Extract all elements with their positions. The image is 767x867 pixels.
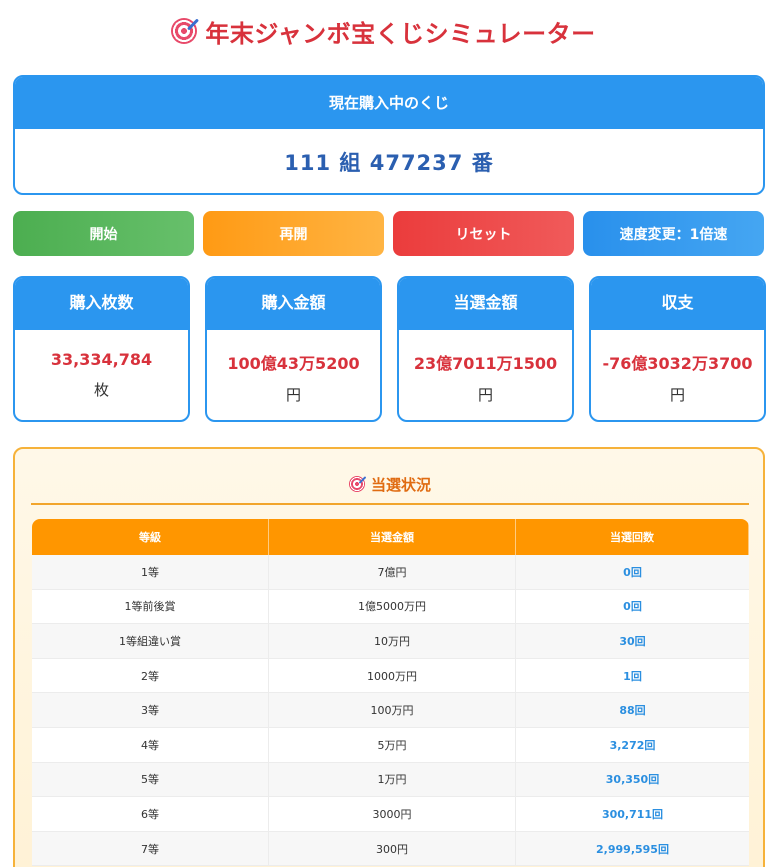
- grade-cell: 1等前後賞: [32, 589, 269, 624]
- resume-button[interactable]: 再開: [203, 211, 384, 256]
- speed-change-button[interactable]: 速度変更：1倍速: [583, 211, 764, 256]
- stat-card-winnings: 当選金額 23億7011万1500 円: [397, 276, 574, 422]
- page-title-text: 年末ジャンボ宝くじシミュレーター: [205, 19, 596, 48]
- stat-value: -76億3032万3700: [602, 354, 753, 373]
- grade-cell: 3等: [32, 693, 269, 727]
- stat-unit: 円: [285, 386, 301, 404]
- grade-cell: 6等: [32, 797, 269, 831]
- amount-cell: 1000万円: [269, 658, 516, 693]
- amount-cell: 1万円: [269, 762, 516, 797]
- start-button[interactable]: 開始: [13, 211, 194, 256]
- table-row: 2等 1000万円 1回: [32, 658, 749, 694]
- grade-cell: 1等: [32, 555, 269, 589]
- count-cell: 3,272回: [609, 738, 656, 752]
- count-cell: 30回: [619, 634, 646, 648]
- count-cell: 1回: [623, 669, 642, 683]
- winning-status-panel: 当選状況 等級 当選金額 当選回数 1等 7億円 0回 1等前後賞 1億5000…: [13, 447, 765, 867]
- stat-label: 当選金額: [399, 278, 572, 330]
- table-row: 1等前後賞 1億5000万円 0回: [32, 589, 749, 625]
- grade-cell: 2等: [32, 658, 269, 693]
- amount-cell: 1億5000万円: [269, 589, 516, 624]
- table-header-row: 等級 当選金額 当選回数: [32, 519, 749, 555]
- amount-cell: 10万円: [269, 624, 516, 658]
- grade-cell: 4等: [32, 727, 269, 762]
- amount-cell: 300円: [269, 831, 516, 866]
- current-ticket-number: 111 組 477237 番: [284, 151, 494, 175]
- stat-value: 33,334,784: [50, 350, 153, 369]
- grade-cell: 7等: [32, 831, 269, 866]
- current-ticket-header: 現在購入中のくじ: [15, 77, 763, 129]
- count-cell: 30,350回: [605, 773, 660, 787]
- amount-cell: 100万円: [269, 693, 516, 727]
- stat-value: 23億7011万1500: [413, 354, 558, 373]
- header-grade: 等級: [32, 519, 269, 555]
- stat-label: 購入枚数: [15, 278, 188, 330]
- table-row: 5等 1万円 30,350回: [32, 762, 749, 798]
- count-cell: 0回: [623, 565, 642, 579]
- count-cell: 0回: [623, 600, 642, 614]
- winning-table: 等級 当選金額 当選回数 1等 7億円 0回 1等前後賞 1億5000万円 0回…: [32, 519, 749, 867]
- stat-unit: 円: [477, 386, 493, 404]
- reset-button[interactable]: リセット: [393, 211, 574, 256]
- stat-label: 収支: [591, 278, 764, 330]
- target-icon: [348, 476, 365, 492]
- winning-status-title-text: 当選状況: [370, 475, 431, 494]
- target-icon: [171, 18, 198, 44]
- header-amount: 当選金額: [269, 519, 516, 555]
- table-row: 6等 3000円 300,711回: [32, 797, 749, 832]
- table-row: 4等 5万円 3,272回: [32, 727, 749, 763]
- stat-card-tickets: 購入枚数 33,334,784 枚: [13, 276, 190, 422]
- table-row: 1等組違い賞 10万円 30回: [32, 624, 749, 659]
- amount-cell: 5万円: [269, 727, 516, 762]
- table-row: 3等 100万円 88回: [32, 693, 749, 728]
- stat-card-cost: 購入金額 100億43万5200 円: [205, 276, 382, 422]
- stat-value: 100億43万5200: [227, 354, 360, 373]
- table-row: 1等 7億円 0回: [32, 555, 749, 590]
- stat-unit: 円: [669, 386, 685, 404]
- stat-card-balance: 収支 -76億3032万3700 円: [589, 276, 766, 422]
- amount-cell: 7億円: [269, 555, 516, 589]
- grade-cell: 5等: [32, 762, 269, 797]
- stat-label: 購入金額: [207, 278, 380, 330]
- header-count: 当選回数: [516, 519, 749, 555]
- amount-cell: 3000円: [269, 797, 516, 831]
- count-cell: 88回: [619, 704, 646, 718]
- page-title: 年末ジャンボ宝くじシミュレーター: [0, 14, 767, 48]
- table-row: 7等 300円 2,999,595回: [32, 831, 749, 867]
- current-ticket-card: 現在購入中のくじ 111 組 477237 番: [13, 75, 765, 195]
- count-cell: 300,711回: [601, 807, 664, 821]
- grade-cell: 1等組違い賞: [32, 624, 269, 658]
- stat-unit: 枚: [93, 381, 109, 399]
- winning-status-title: 当選状況: [31, 465, 749, 505]
- count-cell: 2,999,595回: [596, 842, 669, 856]
